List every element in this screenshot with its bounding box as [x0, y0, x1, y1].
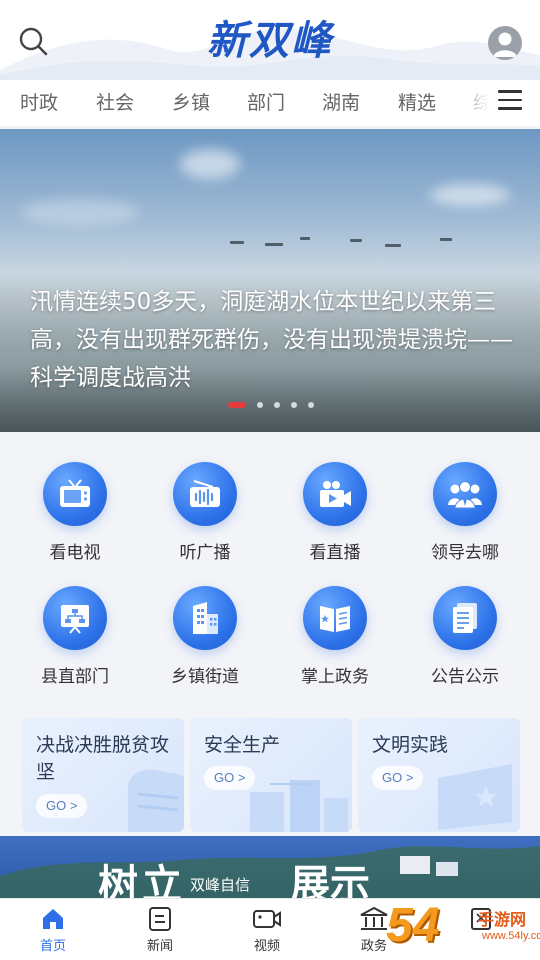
- watermark-number: 54: [386, 899, 440, 952]
- grid-label: 县直部门: [41, 667, 109, 687]
- government-icon: [359, 905, 389, 933]
- landscape-graphic: [0, 846, 540, 898]
- watermark-domain: www.54ly.com: [482, 930, 540, 942]
- carousel-dot[interactable]: [291, 402, 297, 408]
- grid-label: 领导去哪: [431, 543, 499, 563]
- tab-bumen[interactable]: 部门: [247, 88, 285, 115]
- hamburger-menu-icon[interactable]: [498, 90, 522, 112]
- tab-shehui[interactable]: 社会: [96, 88, 134, 115]
- grid-label: 掌上政务: [301, 667, 369, 687]
- home-icon: [38, 905, 68, 933]
- building-icon: [173, 586, 237, 650]
- carousel-dot-active[interactable]: [228, 402, 246, 408]
- book-icon: [303, 586, 367, 650]
- category-tabs: 时政 社会 乡镇 部门 湖南 精选 综: [0, 80, 540, 126]
- grid-label: 乡镇街道: [171, 667, 239, 687]
- tab-xiangzhen[interactable]: 乡镇: [172, 88, 210, 115]
- video-icon: [252, 905, 282, 933]
- flag-graphic: [438, 764, 512, 830]
- grid-item-leaders[interactable]: 领导去哪: [400, 462, 530, 563]
- live-video-icon: [303, 462, 367, 526]
- carousel-indicator: [228, 401, 325, 409]
- radio-icon: [173, 462, 237, 526]
- nav-video[interactable]: 视频: [232, 905, 302, 954]
- tv-icon: [43, 462, 107, 526]
- app-header: 新双峰: [0, 0, 540, 80]
- nav-label: 视频: [253, 939, 280, 954]
- nav-news[interactable]: 新闻: [125, 905, 195, 954]
- leaders-icon: [433, 462, 497, 526]
- grid-item-watch-tv[interactable]: 看电视: [10, 462, 140, 563]
- carousel-dot[interactable]: [308, 402, 314, 408]
- go-button[interactable]: GO >: [36, 794, 88, 818]
- grid-item-county-dept[interactable]: 县直部门: [10, 586, 140, 687]
- app-logo: 新双峰: [207, 17, 333, 64]
- go-button[interactable]: GO >: [204, 766, 256, 790]
- org-chart-icon: [43, 586, 107, 650]
- promo-cards: 决战决胜脱贫攻坚 GO > 安全生产 GO > 文明实践 GO >: [0, 718, 540, 836]
- go-button[interactable]: GO >: [372, 766, 424, 790]
- grid-item-radio[interactable]: 听广播: [140, 462, 270, 563]
- card-title: 决战决胜脱贫攻坚: [36, 734, 170, 783]
- card-title: 安全生产: [204, 734, 281, 756]
- tab-hunan[interactable]: 湖南: [322, 88, 360, 115]
- card-civilization-practice[interactable]: 文明实践 GO >: [358, 718, 520, 832]
- grid-label: 看电视: [49, 543, 101, 563]
- grid-label: 看直播: [309, 543, 361, 563]
- nav-label: 新闻: [146, 939, 173, 954]
- site-watermark: 54 手游网 www.54ly.com: [386, 898, 540, 956]
- promo-banner-text-2: 展示: [290, 861, 370, 898]
- tab-shizheng[interactable]: 时政: [20, 88, 58, 115]
- banner-headline[interactable]: 汛情连续50多天，洞庭湖水位本世纪以来第三高，没有出现群死群伤，没有出现溃堤溃垸…: [30, 283, 520, 397]
- grid-label: 听广播: [179, 543, 231, 563]
- watermark-site: 手游网: [478, 910, 527, 929]
- tab-jingxuan[interactable]: 精选: [398, 88, 436, 115]
- service-grid: 看电视 听广播 看直播 领导去哪 县直部门 乡镇街道 掌上政务 公告公示: [0, 432, 540, 712]
- grid-item-live[interactable]: 看直播: [270, 462, 400, 563]
- news-icon: [145, 905, 175, 933]
- card-safety-production[interactable]: 安全生产 GO >: [190, 718, 352, 832]
- promo-banner-subtext: 双峰自信: [190, 876, 251, 894]
- nav-label: 首页: [39, 939, 66, 954]
- grid-item-towns[interactable]: 乡镇街道: [140, 586, 270, 687]
- factory-graphic: [250, 780, 348, 832]
- headline-banner[interactable]: 汛情连续50多天，洞庭湖水位本世纪以来第三高，没有出现群死群伤，没有出现溃堤溃垸…: [0, 129, 540, 432]
- user-avatar-icon[interactable]: [488, 26, 522, 60]
- card-poverty-alleviation[interactable]: 决战决胜脱贫攻坚 GO >: [22, 718, 184, 832]
- grid-item-notices[interactable]: 公告公示: [400, 586, 530, 687]
- card-title: 文明实践: [372, 734, 449, 756]
- carousel-dot[interactable]: [257, 402, 263, 408]
- promo-banner[interactable]: 树立 双峰自信 展示: [0, 836, 540, 898]
- promo-banner-text: 树立: [98, 861, 186, 898]
- nav-home[interactable]: 首页: [18, 905, 88, 954]
- tab-fade-overlay: [452, 80, 504, 126]
- grid-item-mobile-gov[interactable]: 掌上政务: [270, 586, 400, 687]
- carousel-dot[interactable]: [274, 402, 280, 408]
- grid-label: 公告公示: [431, 667, 499, 687]
- notice-icon: [433, 586, 497, 650]
